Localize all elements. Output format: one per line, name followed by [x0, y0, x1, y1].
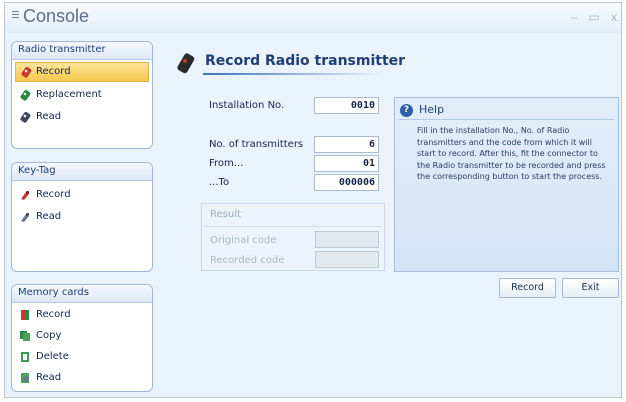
minimize-button[interactable]: – — [567, 10, 581, 24]
read-card-icon — [21, 373, 29, 383]
memory-cards-panel: Memory cards Record Copy Delete Read — [11, 284, 153, 392]
memory-card-icon — [21, 310, 29, 320]
divider — [399, 119, 614, 120]
transmitters-field[interactable]: 6 — [314, 136, 379, 153]
recorded-code-field — [315, 251, 379, 268]
sidebar-item-label: Read — [36, 211, 62, 222]
help-icon: ? — [400, 104, 413, 117]
help-text: Fill in the installation No., No. of Rad… — [417, 126, 606, 181]
sidebar-item-radio-record[interactable]: Record — [15, 62, 149, 82]
to-field[interactable]: 000006 — [314, 174, 379, 191]
key-tag-icon — [21, 190, 30, 200]
replace-icon — [20, 89, 31, 101]
radio-transmitter-panel: Radio transmitter Record Replacement Rea… — [11, 41, 153, 149]
sidebar-item-memory-delete[interactable]: Delete — [12, 346, 152, 367]
panel-title: Memory cards — [12, 285, 152, 303]
sidebar-item-keytag-record[interactable]: Record — [12, 184, 152, 206]
to-label: ...To — [209, 177, 230, 188]
title-bar: Console – ▭ x — [5, 3, 621, 33]
sidebar-item-label: Record — [36, 189, 71, 200]
sidebar-item-memory-read[interactable]: Read — [12, 367, 152, 388]
close-button[interactable]: x — [607, 10, 621, 24]
sidebar-item-label: Read — [36, 111, 62, 122]
delete-icon — [21, 352, 29, 362]
maximize-button[interactable]: ▭ — [587, 10, 601, 24]
sidebar-item-label: Record — [36, 66, 71, 77]
help-title: Help — [419, 103, 445, 116]
sidebar-item-radio-read[interactable]: Read — [12, 106, 152, 128]
exit-button[interactable]: Exit — [562, 278, 619, 298]
from-label: From... — [209, 158, 244, 169]
remote-icon — [21, 66, 32, 78]
menu-icon[interactable] — [12, 11, 19, 19]
sidebar-item-memory-copy[interactable]: Copy — [12, 325, 152, 346]
record-button[interactable]: Record — [499, 278, 556, 298]
sidebar-item-label: Copy — [36, 330, 62, 341]
title-underline — [203, 73, 383, 75]
sidebar-item-label: Replacement — [36, 89, 102, 100]
key-tag-panel: Key-Tag Record Read — [11, 162, 153, 272]
recorded-code-label: Recorded code — [210, 255, 285, 266]
page-title: Record Radio transmitter — [205, 53, 406, 69]
panel-title: Radio transmitter — [12, 42, 152, 60]
from-field[interactable]: 01 — [314, 155, 379, 172]
sidebar-item-label: Read — [36, 372, 62, 383]
copy-icon — [20, 331, 30, 341]
divider — [204, 226, 382, 227]
transmitters-label: No. of transmitters — [209, 139, 304, 150]
radio-transmitter-icon — [177, 53, 195, 74]
result-group: Result Original code Recorded code — [201, 203, 385, 271]
window-title: Console — [23, 6, 90, 26]
key-tag-read-icon — [21, 212, 30, 222]
sidebar-item-label: Delete — [36, 351, 69, 362]
sidebar-item-label: Record — [36, 309, 71, 320]
sidebar-item-keytag-read[interactable]: Read — [12, 206, 152, 228]
app-window: Console – ▭ x Radio transmitter Record R… — [4, 2, 622, 398]
sidebar-item-radio-replacement[interactable]: Replacement — [12, 84, 152, 106]
result-title: Result — [210, 209, 241, 220]
original-code-label: Original code — [210, 235, 277, 246]
original-code-field — [315, 231, 379, 248]
sidebar-item-memory-record[interactable]: Record — [12, 304, 152, 325]
panel-title: Key-Tag — [12, 163, 152, 181]
help-panel: ? Help Fill in the installation No., No.… — [394, 97, 619, 272]
installation-field[interactable]: 0010 — [314, 97, 379, 114]
read-remote-icon — [20, 111, 31, 123]
installation-label: Installation No. — [209, 100, 285, 111]
